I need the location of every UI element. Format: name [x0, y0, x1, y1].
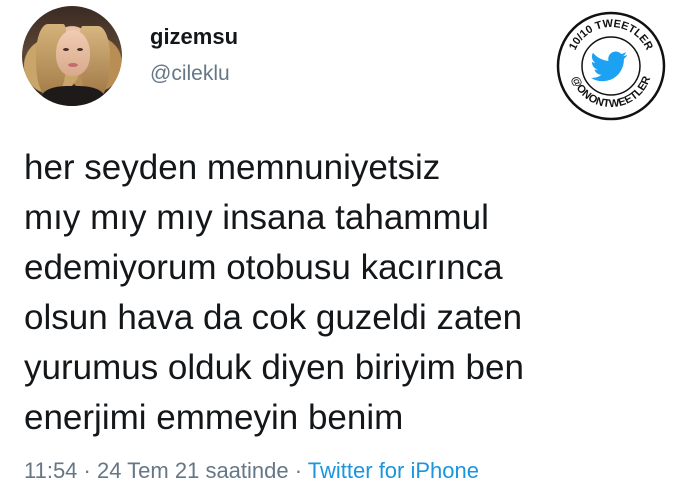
tweet-meta: 11:54 · 24 Tem 21 saatinde · Twitter for…: [24, 458, 479, 484]
avatar[interactable]: [22, 6, 122, 106]
tweet-card: gizemsu @cileklu 10/10 TWEETLER @ONONTWE…: [0, 0, 679, 499]
meta-separator: ·: [294, 458, 303, 483]
avatar-clothing: [42, 86, 104, 106]
tweet-text-line-2: mıy mıy mıy insana tahammul: [24, 198, 489, 237]
user-handle[interactable]: @cileklu: [150, 62, 230, 86]
tweet-text-line-1: her seyden memnuniyetsiz: [24, 148, 441, 187]
display-name[interactable]: gizemsu: [150, 24, 238, 50]
avatar-face: [56, 30, 90, 76]
tweet-text-line-4: olsun hava da cok guzeldi zaten: [24, 298, 523, 337]
tweet-date[interactable]: 24 Tem 21 saatinde: [97, 458, 289, 483]
tweet-text-line-6: enerjimi emmeyin benim: [24, 398, 404, 437]
meta-separator: ·: [83, 458, 91, 483]
avatar-lips: [68, 63, 78, 67]
tweet-text: her seyden memnuniyetsiz mıy mıy mıy ins…: [24, 143, 664, 443]
tweet-time[interactable]: 11:54: [24, 458, 77, 483]
tweet-text-line-3: edemiyorum otobusu kacırınca: [24, 248, 503, 287]
avatar-eye-left: [63, 48, 69, 51]
tweet-text-line-5: yurumus olduk diyen biriyim ben: [24, 348, 524, 387]
ononTweetler-badge-logo: 10/10 TWEETLER @ONONTWEETLER: [556, 11, 666, 121]
tweet-source-link[interactable]: Twitter for iPhone: [308, 458, 479, 483]
avatar-eye-right: [77, 48, 83, 51]
